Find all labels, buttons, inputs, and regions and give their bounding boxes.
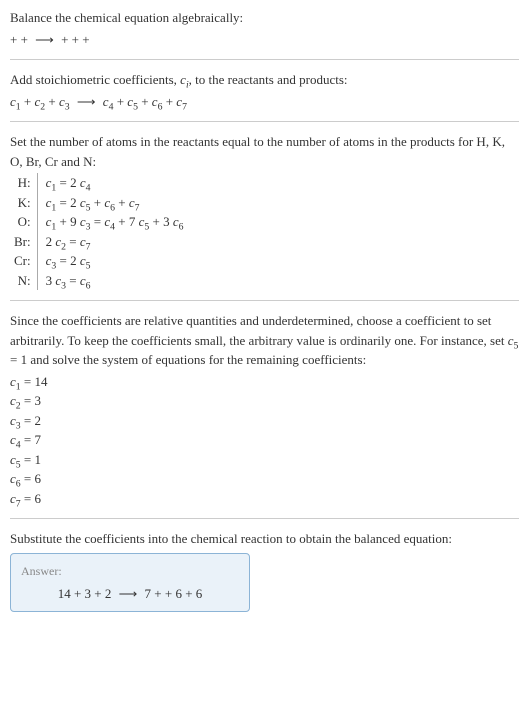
intro-section: Balance the chemical equation algebraica… [10,8,519,49]
answer-eq-pre: 14 + 3 + 2 [58,586,115,601]
atom-label-k: K: [10,193,37,213]
atom-eq-h: c1 = 2 c4 [37,173,187,193]
list-item: c6 = 6 [10,469,519,489]
table-row: Cr: c3 = 2 c5 [10,251,188,271]
n2: 2 [40,101,45,112]
solve-para: Since the coefficients are relative quan… [10,311,519,370]
table-row: K: c1 = 2 c5 + c6 + c7 [10,193,188,213]
n7: 7 [182,101,187,112]
atom-label-cr: Cr: [10,251,37,271]
table-row: N: 3 c3 = c6 [10,271,188,291]
stoich-text-pre: Add stoichiometric coefficients, [10,72,180,87]
atom-eq-k: c1 = 2 c5 + c6 + c7 [37,193,187,213]
atom-eq-o: c1 + 9 c3 = c4 + 7 c5 + 3 c6 [37,212,187,232]
intro-line1: Balance the chemical equation algebraica… [10,8,519,28]
stoich-equation: c1 + c2 + c3 ⟶ c4 + c5 + c6 + c7 [10,92,519,112]
divider [10,518,519,519]
n4: 4 [109,101,114,112]
intro-eq-pre: + + [10,32,31,47]
atoms-intro: Set the number of atoms in the reactants… [10,132,519,171]
list-item: c1 = 14 [10,372,519,392]
stoich-text-post: , to the reactants and products: [189,72,348,87]
atom-label-h: H: [10,173,37,193]
coeff-list: c1 = 14 c2 = 3 c3 = 2 c4 = 7 c5 = 1 c6 =… [10,372,519,509]
intro-eq-post: + + + [61,32,90,47]
c5n: 5 [514,340,519,351]
n3: 3 [65,101,70,112]
table-row: O: c1 + 9 c3 = c4 + 7 c5 + 3 c6 [10,212,188,232]
stoich-intro: Add stoichiometric coefficients, ci, to … [10,70,519,90]
n6: 6 [158,101,163,112]
substitute-para: Substitute the coefficients into the che… [10,529,519,549]
answer-equation: 14 + 3 + 2 ⟶ 7 + + 6 + 6 [21,584,239,604]
table-row: H: c1 = 2 c4 [10,173,188,193]
arrow-icon: ⟶ [73,94,100,109]
list-item: c4 = 7 [10,430,519,450]
plus: + [166,94,177,109]
table-row: Br: 2 c2 = c7 [10,232,188,252]
solve-post: = 1 and solve the system of equations fo… [10,352,366,367]
n1: 1 [16,101,21,112]
list-item: c2 = 3 [10,391,519,411]
atom-eq-br: 2 c2 = c7 [37,232,187,252]
atom-label-br: Br: [10,232,37,252]
substitute-section: Substitute the coefficients into the che… [10,529,519,612]
plus: + [24,94,35,109]
atom-table: H: c1 = 2 c4 K: c1 = 2 c5 + c6 + c7 O: c… [10,173,188,290]
atom-eq-cr: c3 = 2 c5 [37,251,187,271]
plus: + [117,94,128,109]
list-item: c7 = 6 [10,489,519,509]
divider [10,121,519,122]
arrow-icon: ⟶ [115,586,142,601]
plus: + [48,94,59,109]
answer-label: Answer: [21,562,239,580]
arrow-icon: ⟶ [31,32,58,47]
divider [10,59,519,60]
answer-box: Answer: 14 + 3 + 2 ⟶ 7 + + 6 + 6 [10,553,250,613]
plus: + [141,94,152,109]
solve-pre: Since the coefficients are relative quan… [10,313,508,348]
atom-label-o: O: [10,212,37,232]
atoms-section: Set the number of atoms in the reactants… [10,132,519,290]
atom-label-n: N: [10,271,37,291]
list-item: c3 = 2 [10,411,519,431]
answer-eq-post: 7 + + 6 + 6 [145,586,203,601]
n5: 5 [133,101,138,112]
list-item: c5 = 1 [10,450,519,470]
solve-section: Since the coefficients are relative quan… [10,311,519,508]
atom-eq-n: 3 c3 = c6 [37,271,187,291]
stoich-section: Add stoichiometric coefficients, ci, to … [10,70,519,111]
intro-equation: + + ⟶ + + + [10,30,519,50]
divider [10,300,519,301]
